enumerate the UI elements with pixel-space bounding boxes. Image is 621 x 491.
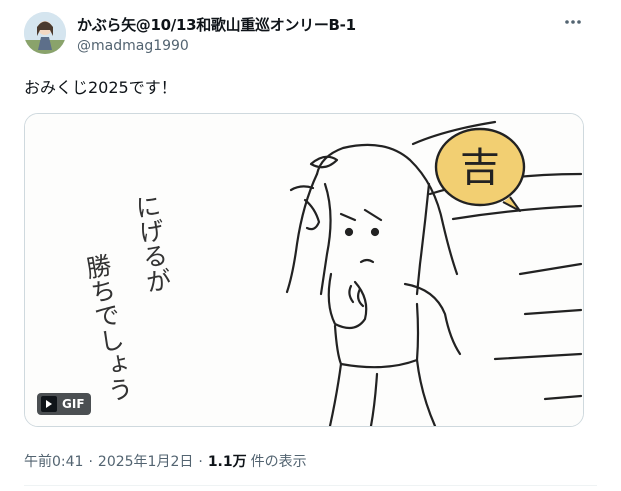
views-count[interactable]: 1.1万: [208, 451, 247, 471]
meta-separator-2: ·: [198, 454, 203, 470]
handle[interactable]: @madmag1990: [77, 38, 189, 54]
more-dots-icon: [565, 20, 581, 24]
display-name[interactable]: かぶら矢@10/13和歌山重巡オンリーB-1: [77, 14, 356, 35]
tweet-time[interactable]: 午前0:41: [24, 451, 83, 471]
views-label: 件の表示: [250, 454, 307, 470]
gif-badge[interactable]: GIF: [37, 393, 91, 415]
gif-label: GIF: [62, 397, 85, 411]
avatar[interactable]: [24, 12, 66, 54]
fortune-text: 吉: [460, 145, 500, 191]
tweet-date[interactable]: 2025年1月2日: [98, 451, 193, 471]
gif-illustration: 吉 にげるが 勝ちでしょう: [25, 114, 583, 426]
play-icon: [41, 396, 57, 412]
media-gif[interactable]: 吉 にげるが 勝ちでしょう GIF: [24, 113, 584, 427]
meta-separator: ·: [88, 454, 93, 470]
tweet-text: おみくじ2025です！: [24, 78, 177, 97]
divider: [24, 485, 597, 486]
more-button[interactable]: [558, 10, 588, 34]
tweet-meta: 午前0:41 · 2025年1月2日 · 1.1万 件の表示: [24, 451, 307, 471]
